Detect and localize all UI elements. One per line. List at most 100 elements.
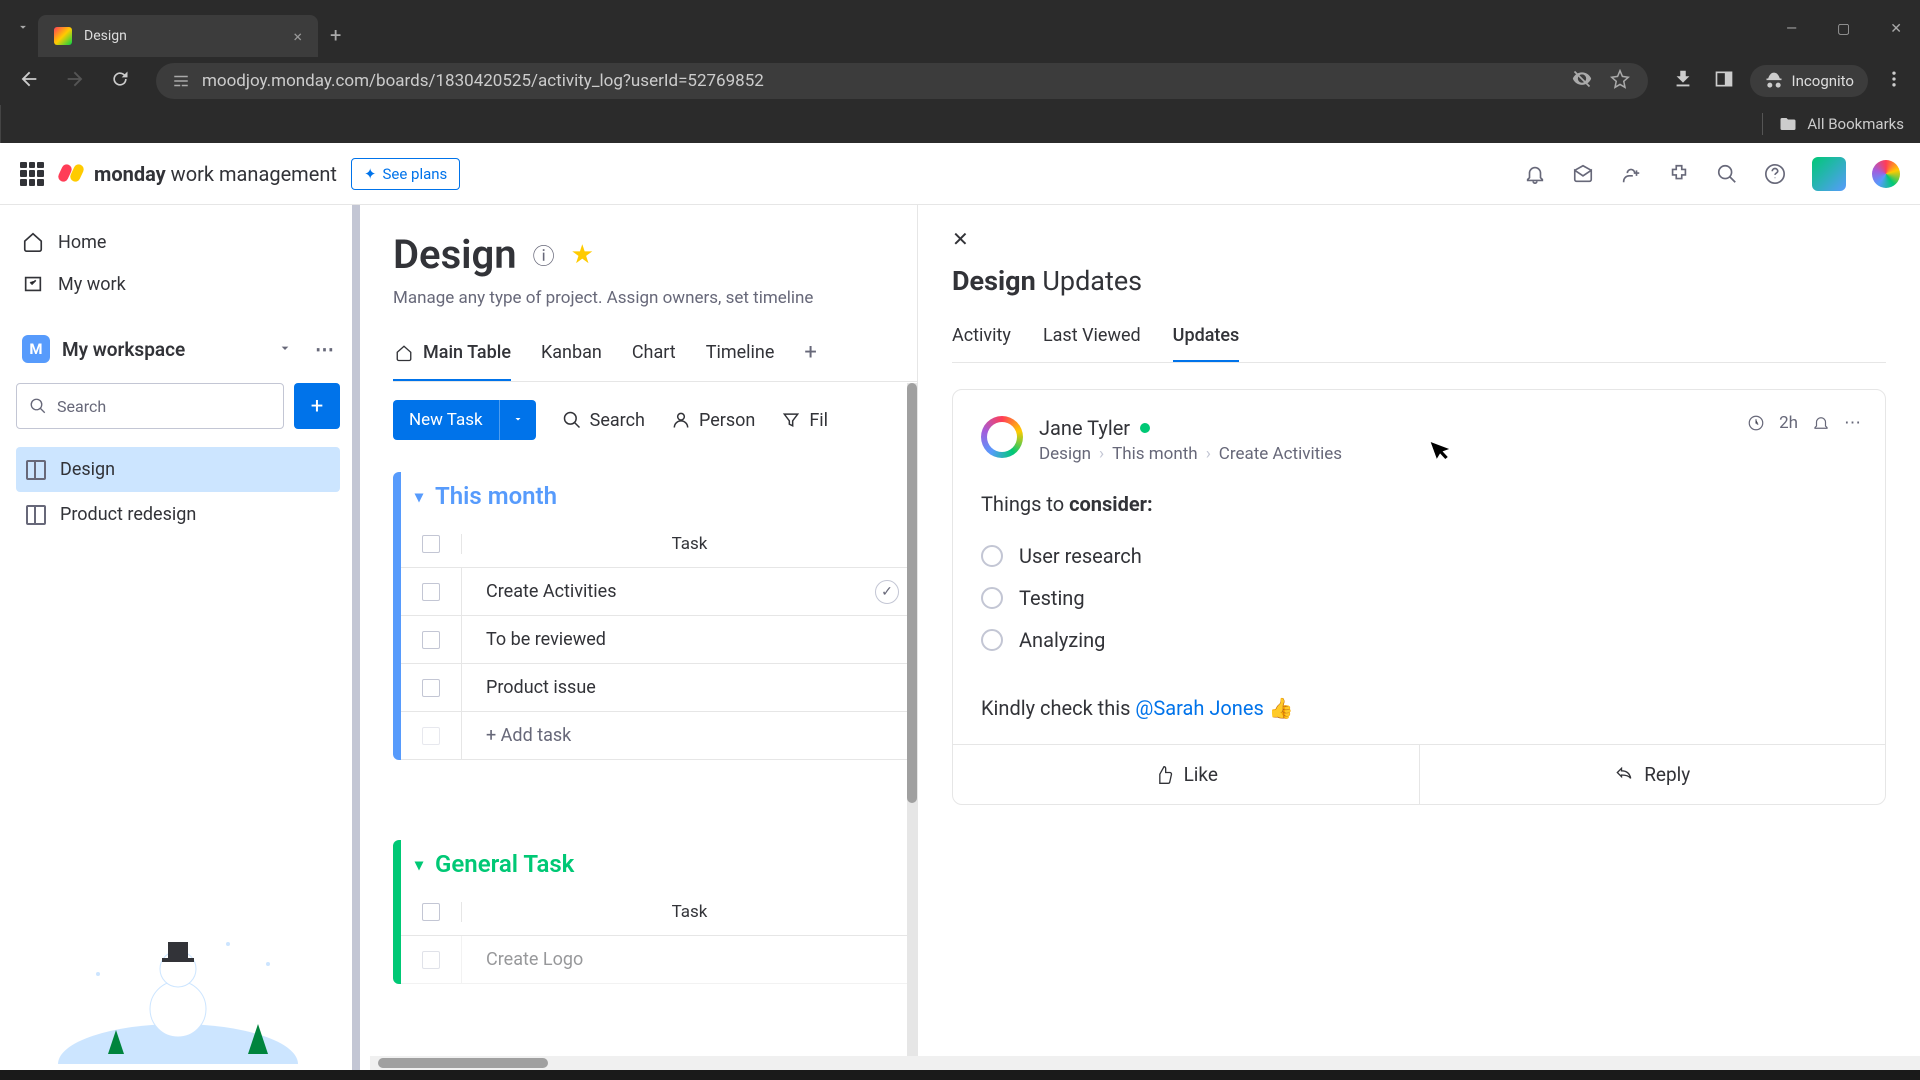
task-checkbox[interactable]	[422, 951, 440, 969]
incognito-label: Incognito	[1792, 72, 1854, 90]
add-board-button[interactable]: +	[294, 383, 340, 429]
reload-button[interactable]	[104, 63, 136, 100]
task-row-product-issue[interactable]: Product issue	[461, 664, 917, 711]
menu-icon[interactable]	[1880, 65, 1908, 97]
scrollbar-horizontal[interactable]	[370, 1056, 1920, 1070]
panel-tab-activity[interactable]: Activity	[952, 315, 1011, 362]
minimize-button[interactable]: —	[1776, 17, 1807, 41]
my-work-icon	[22, 273, 44, 295]
new-task-dropdown[interactable]	[499, 400, 536, 440]
incognito-badge[interactable]: Incognito	[1750, 65, 1868, 97]
workspace-more-icon[interactable]: ⋯	[315, 338, 334, 361]
scrollbar-vertical[interactable]	[907, 383, 917, 1080]
more-icon[interactable]: ⋯	[1844, 413, 1861, 433]
notifications-icon[interactable]	[1524, 163, 1546, 185]
table-icon	[393, 342, 415, 364]
task-column-header: Task	[461, 534, 917, 554]
panel-tab-updates[interactable]: Updates	[1173, 315, 1240, 362]
radio-icon[interactable]	[981, 545, 1003, 567]
see-plans-button[interactable]: ✦ See plans	[351, 158, 460, 190]
maximize-button[interactable]: ▢	[1827, 17, 1860, 41]
back-button[interactable]	[12, 62, 46, 101]
select-all-checkbox[interactable]	[422, 535, 440, 553]
search-icon	[29, 397, 47, 415]
monday-logo[interactable]: monday work management	[58, 160, 337, 188]
view-tab-main-table[interactable]: Main Table	[393, 330, 511, 381]
sidebar-search-input[interactable]: Search	[16, 383, 284, 429]
user-avatar[interactable]	[1812, 157, 1846, 191]
star-icon[interactable]: ★	[571, 240, 594, 270]
home-icon	[22, 231, 44, 253]
task-checkbox[interactable]	[422, 583, 440, 601]
close-tab-icon[interactable]: ×	[293, 27, 302, 46]
extensions-icon[interactable]	[1668, 163, 1690, 185]
board-title: Design	[393, 231, 517, 278]
sparkle-icon: ✦	[364, 165, 377, 183]
task-checkbox[interactable]	[422, 679, 440, 697]
new-tab-button[interactable]: +	[318, 23, 353, 47]
invite-icon[interactable]	[1620, 163, 1642, 185]
reply-button[interactable]: Reply	[1420, 745, 1886, 804]
all-bookmarks-link[interactable]: All Bookmarks	[1807, 115, 1904, 133]
divider	[1762, 113, 1763, 135]
author-name[interactable]: Jane Tyler	[1039, 416, 1130, 440]
settings-gear-icon[interactable]	[1872, 160, 1900, 188]
panel-tab-last-viewed[interactable]: Last Viewed	[1043, 315, 1141, 362]
task-row-create-activities[interactable]: Create Activities ✓	[461, 568, 917, 615]
notification-bell-icon[interactable]	[1810, 412, 1832, 434]
author-avatar[interactable]	[981, 416, 1023, 458]
checklist-item[interactable]: User research	[981, 544, 1857, 568]
download-icon[interactable]	[1668, 64, 1698, 98]
group-header-this-month[interactable]: ▾ This month	[401, 472, 917, 520]
radio-icon[interactable]	[981, 629, 1003, 651]
sidebar-my-work[interactable]: My work	[12, 263, 344, 305]
apps-grid-icon[interactable]	[20, 162, 44, 186]
checkmark-icon[interactable]: ✓	[875, 580, 899, 604]
select-all-checkbox[interactable]	[422, 903, 440, 921]
help-icon[interactable]	[1764, 163, 1786, 185]
panel-title: Design Updates	[952, 265, 1886, 297]
filter-tool[interactable]: Fil	[781, 410, 828, 431]
board-item-design[interactable]: Design	[16, 447, 340, 492]
new-task-button[interactable]: New Task	[393, 400, 536, 440]
blocked-icon[interactable]	[1568, 65, 1596, 97]
taskbar	[0, 1070, 1920, 1080]
tab-list-dropdown[interactable]	[8, 20, 38, 38]
inbox-icon[interactable]	[1572, 163, 1594, 185]
task-row-to-be-reviewed[interactable]: To be reviewed	[461, 616, 917, 663]
board-icon	[26, 505, 46, 525]
group-header-general-task[interactable]: ▾ General Task	[401, 840, 917, 888]
checklist-item[interactable]: Analyzing	[981, 628, 1857, 652]
add-task-button[interactable]: + Add task	[401, 712, 917, 760]
close-panel-button[interactable]: ✕	[952, 227, 969, 251]
user-mention[interactable]: @Sarah Jones	[1135, 696, 1263, 720]
site-settings-icon[interactable]	[170, 70, 192, 92]
task-row-create-logo[interactable]: Create Logo	[461, 936, 917, 983]
url-bar[interactable]: moodjoy.monday.com/boards/1830420525/act…	[156, 63, 1648, 99]
forward-button[interactable]	[58, 62, 92, 101]
view-tab-timeline[interactable]: Timeline	[706, 330, 775, 381]
search-icon[interactable]	[1716, 163, 1738, 185]
breadcrumb[interactable]: Design› This month› Create Activities	[1039, 444, 1342, 464]
like-button[interactable]: Like	[953, 745, 1420, 804]
sidepanel-icon[interactable]	[1710, 65, 1738, 97]
view-tab-chart[interactable]: Chart	[632, 330, 676, 381]
person-tool[interactable]: Person	[671, 410, 755, 431]
task-column-header: Task	[461, 902, 917, 922]
browser-tab[interactable]: Design ×	[38, 15, 318, 57]
board-item-product-redesign[interactable]: Product redesign	[16, 492, 340, 537]
chevron-down-icon: ▾	[415, 487, 423, 506]
radio-icon[interactable]	[981, 587, 1003, 609]
checklist-item[interactable]: Testing	[981, 586, 1857, 610]
info-icon[interactable]: ⓘ	[533, 239, 555, 271]
favicon-icon	[54, 27, 72, 45]
workspace-header[interactable]: M My workspace ⋯	[16, 329, 340, 369]
search-tool[interactable]: Search	[562, 410, 645, 431]
close-window-button[interactable]: ✕	[1880, 17, 1912, 41]
view-tab-kanban[interactable]: Kanban	[541, 330, 602, 381]
bookmark-star-icon[interactable]	[1606, 65, 1634, 97]
chevron-down-icon[interactable]	[277, 338, 293, 361]
add-view-button[interactable]: +	[804, 330, 816, 381]
task-checkbox[interactable]	[422, 631, 440, 649]
sidebar-home[interactable]: Home	[12, 221, 344, 263]
